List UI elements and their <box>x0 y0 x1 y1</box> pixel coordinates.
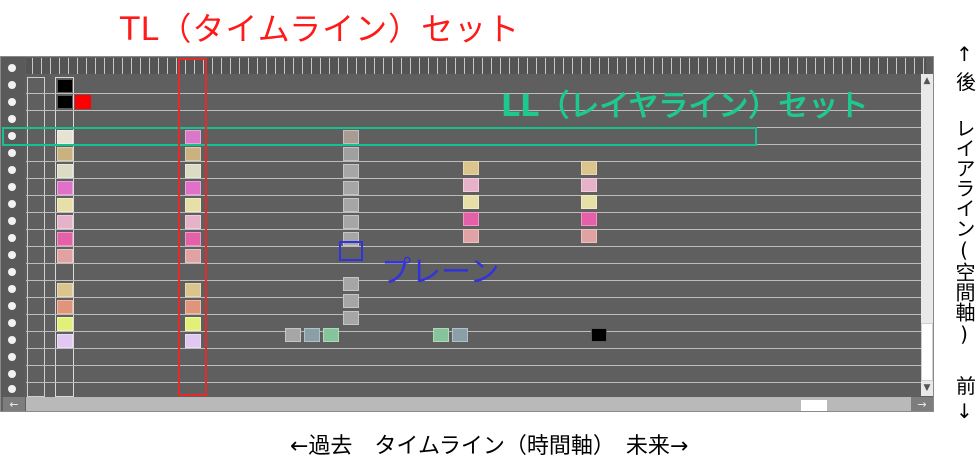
side-label-layerline: レイアライン(空間軸) <box>952 118 976 346</box>
plane-cell[interactable] <box>581 229 597 243</box>
plane-cell[interactable] <box>343 147 359 161</box>
hole-icon <box>8 319 16 327</box>
horizontal-scrollbar[interactable] <box>26 397 911 411</box>
timeline-editor[interactable]: ▲ ▼ ← → LL（レイヤライン）セット プレーン <box>0 56 934 412</box>
plane-cell[interactable] <box>343 294 359 308</box>
plane-cell[interactable] <box>591 328 607 342</box>
plane-cell[interactable] <box>581 195 597 209</box>
plane-outline <box>339 241 363 261</box>
plane-cell[interactable] <box>463 229 479 243</box>
layer-line <box>26 331 922 332</box>
plane-cell[interactable] <box>57 300 73 314</box>
hole-column <box>1 57 25 397</box>
plane-cell[interactable] <box>343 164 359 178</box>
plane-cell[interactable] <box>463 212 479 226</box>
plane-cell[interactable] <box>463 195 479 209</box>
hole-icon <box>8 98 16 106</box>
plane-cell[interactable] <box>463 161 479 175</box>
layer-line <box>26 382 922 383</box>
plane-cell[interactable] <box>343 215 359 229</box>
plane-cell-selected[interactable] <box>75 95 91 109</box>
side-label-front: 前↓ <box>956 374 976 423</box>
plane-cell[interactable] <box>57 249 73 263</box>
plane-cell[interactable] <box>57 147 73 161</box>
hole-icon <box>8 166 16 174</box>
hole-icon <box>8 251 16 259</box>
layer-header-column <box>27 77 45 397</box>
frame-ruler[interactable] <box>26 58 926 74</box>
vertical-scroll-thumb[interactable] <box>921 323 933 381</box>
hole-icon <box>8 234 16 242</box>
hole-icon <box>8 149 16 157</box>
plane-cell[interactable] <box>581 212 597 226</box>
hole-icon <box>8 81 16 89</box>
plane-cell[interactable] <box>57 232 73 246</box>
scroll-down-icon[interactable]: ▼ <box>922 382 932 394</box>
hole-icon <box>8 302 16 310</box>
plane-cell[interactable] <box>57 79 73 93</box>
scroll-up-icon[interactable]: ▲ <box>922 75 932 87</box>
hole-icon <box>8 385 16 393</box>
layer-line <box>26 348 922 349</box>
plane-cell[interactable] <box>323 328 339 342</box>
plane-cell[interactable] <box>285 328 301 342</box>
scroll-right-button[interactable]: → <box>911 397 933 411</box>
plane-cell[interactable] <box>343 311 359 325</box>
plane-cell[interactable] <box>57 334 73 348</box>
timeline-axis-caption: ←過去 タイムライン（時間軸） 未来→ <box>290 434 689 459</box>
layer-line <box>26 314 922 315</box>
plane-cell[interactable] <box>581 161 597 175</box>
hole-icon <box>8 336 16 344</box>
plane-cell[interactable] <box>57 181 73 195</box>
hole-icon <box>8 268 16 276</box>
plane-cell[interactable] <box>343 181 359 195</box>
layerline-set-outline <box>2 127 757 146</box>
hole-icon <box>8 183 16 191</box>
plane-cell[interactable] <box>304 328 320 342</box>
layer-line <box>26 365 922 366</box>
hole-icon <box>8 370 16 378</box>
plane-cell[interactable] <box>581 178 597 192</box>
timeline-set-outline <box>178 58 207 396</box>
plane-cell[interactable] <box>57 215 73 229</box>
plane-cell[interactable] <box>57 283 73 297</box>
tl-set-title: TL（タイムライン）セット <box>120 10 521 48</box>
hole-icon <box>8 285 16 293</box>
side-label-back: ↑後 <box>956 42 976 94</box>
plane-cell[interactable] <box>57 164 73 178</box>
plane-cell[interactable] <box>433 328 449 342</box>
ll-set-label: LL（レイヤライン）セット <box>501 89 869 124</box>
hole-icon <box>8 115 16 123</box>
plane-cell[interactable] <box>343 198 359 212</box>
plane-cell[interactable] <box>343 277 359 291</box>
plane-cell[interactable] <box>57 198 73 212</box>
hole-icon <box>8 200 16 208</box>
plane-cell[interactable] <box>57 317 73 331</box>
hole-icon <box>8 217 16 225</box>
hole-icon <box>8 64 16 72</box>
plane-cell[interactable] <box>57 95 73 109</box>
plane-cell[interactable] <box>463 178 479 192</box>
plane-cell[interactable] <box>452 328 468 342</box>
scroll-left-button[interactable]: ← <box>3 397 25 411</box>
horizontal-scroll-thumb[interactable] <box>801 400 827 411</box>
layer-line <box>26 297 922 298</box>
plane-label: プレーン <box>381 255 500 290</box>
hole-icon <box>8 353 16 361</box>
